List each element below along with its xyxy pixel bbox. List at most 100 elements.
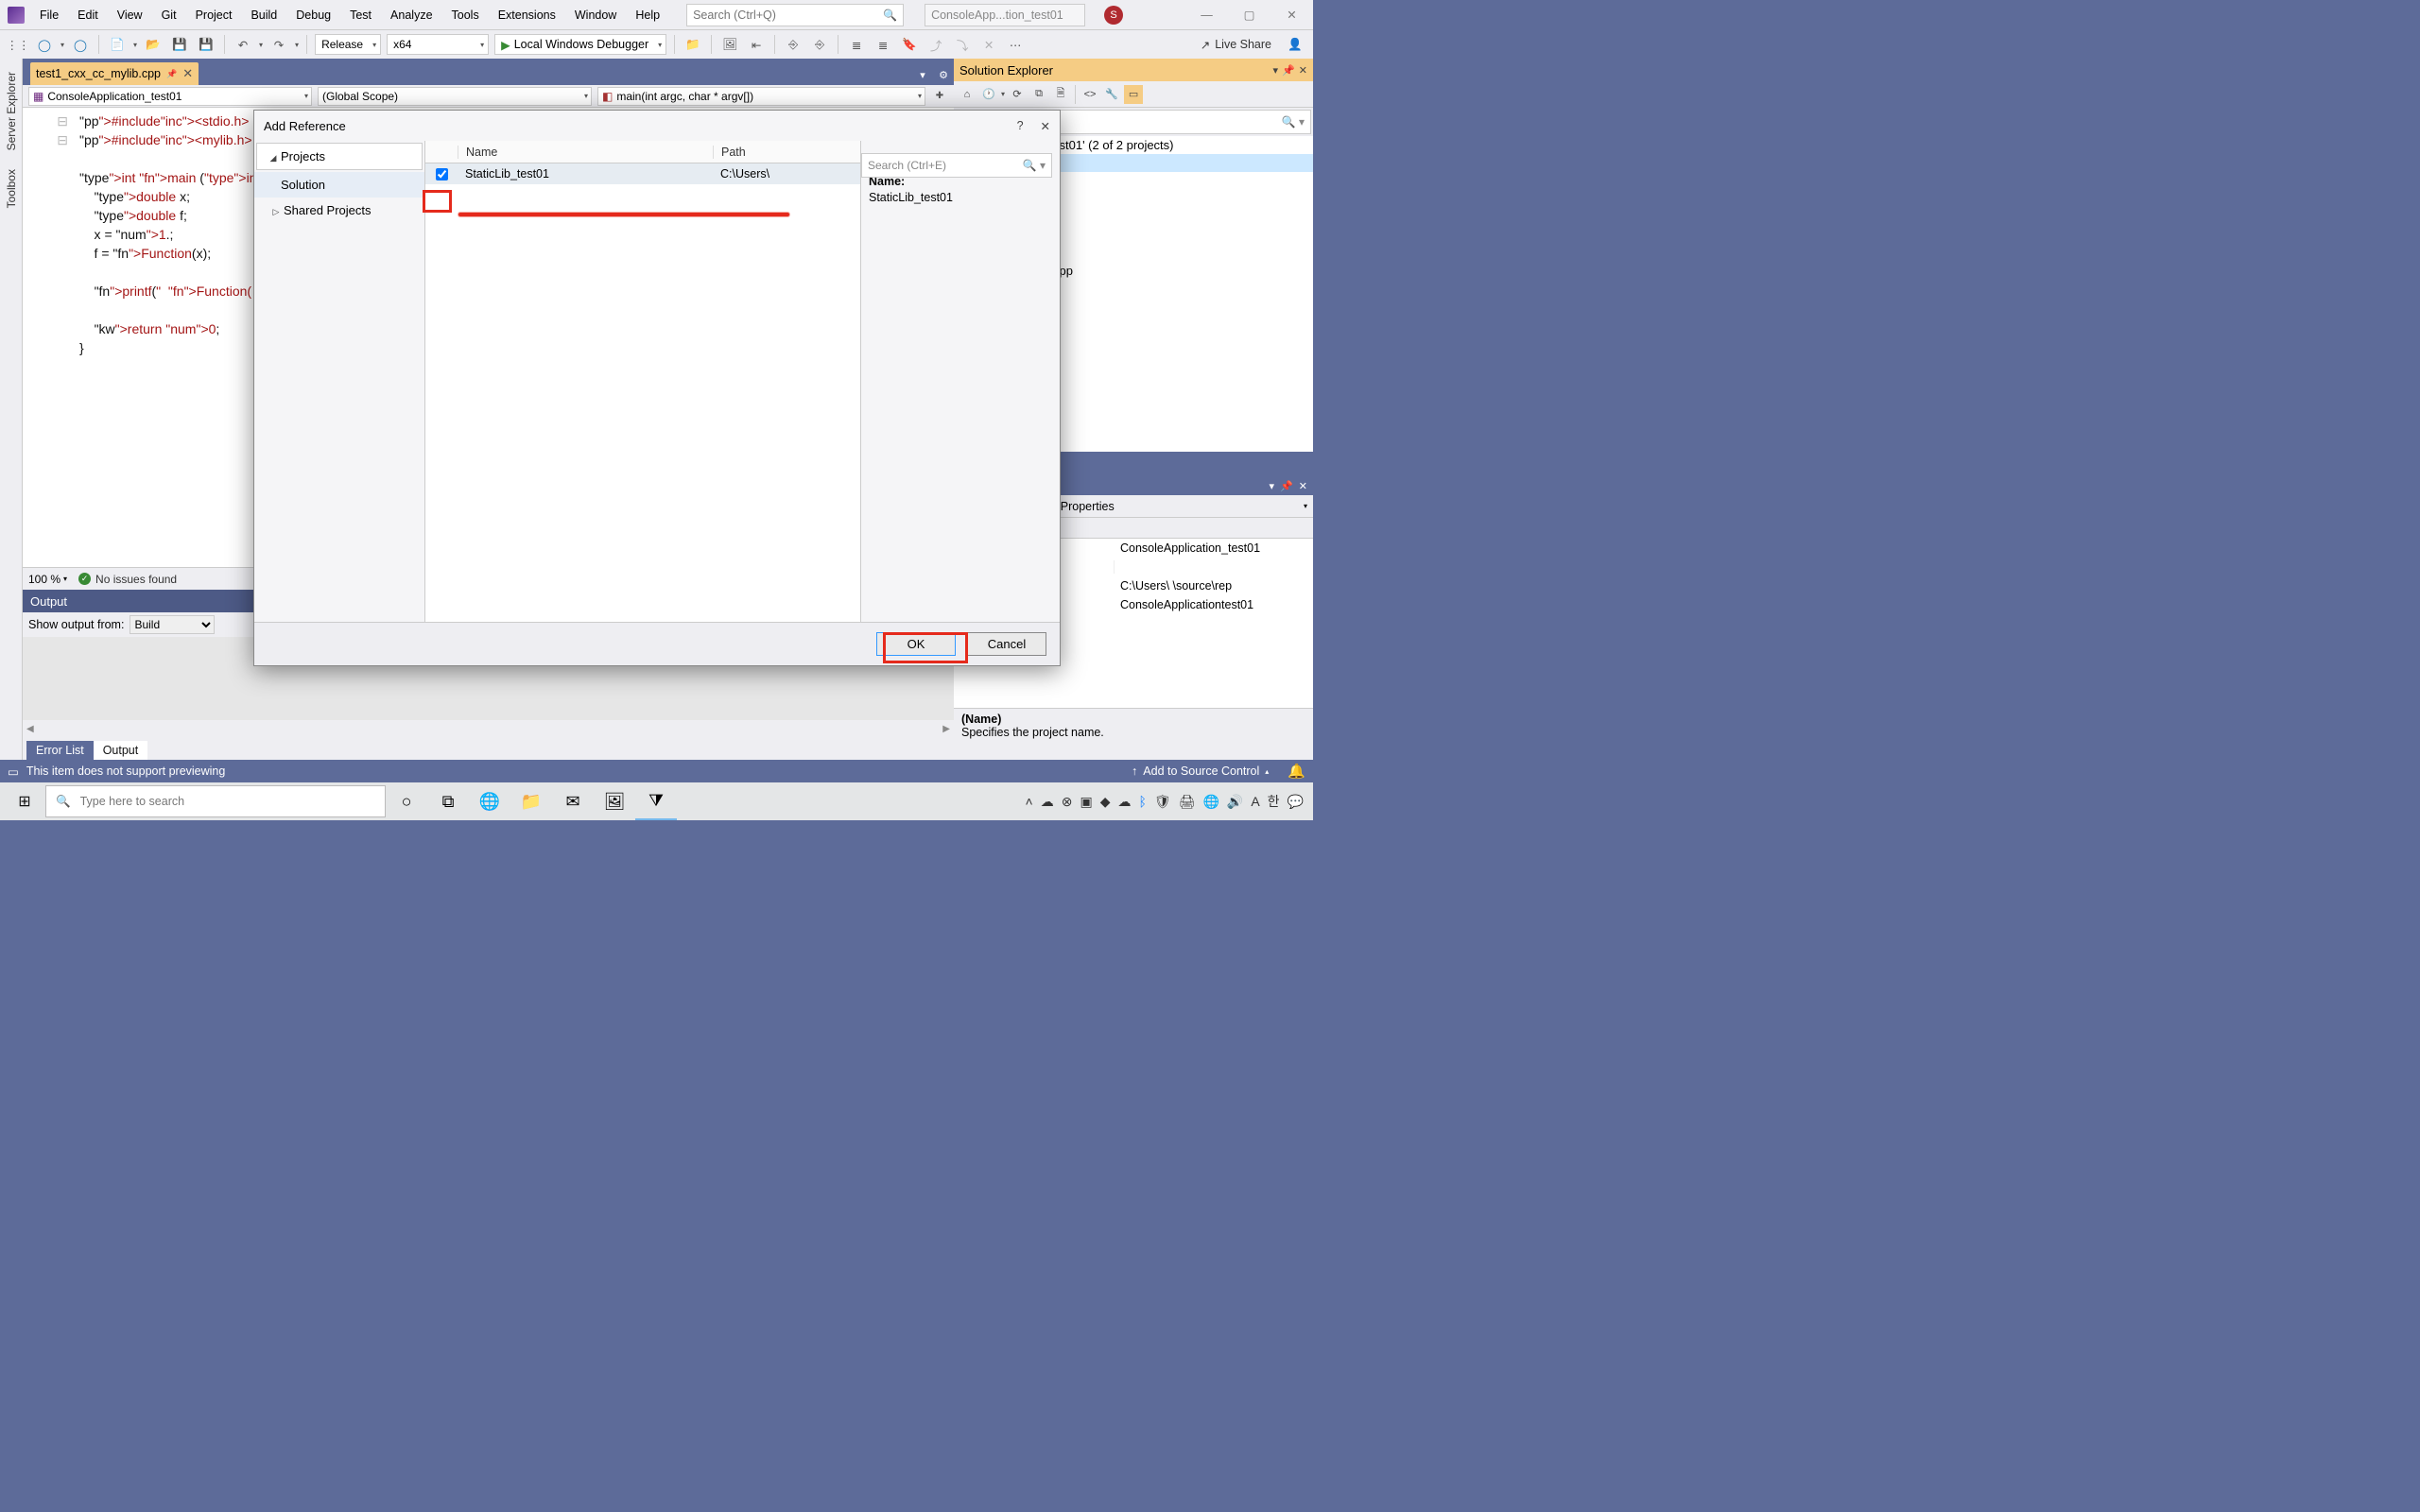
menu-git[interactable]: Git: [154, 5, 184, 26]
left-tab-server-explorer[interactable]: Server Explorer: [3, 64, 20, 158]
prop-close-icon[interactable]: ✕: [1299, 480, 1307, 492]
overflow-icon[interactable]: ⋯: [1005, 34, 1026, 55]
tray-lang-a-icon[interactable]: A: [1251, 794, 1259, 809]
stepover-icon[interactable]: ⎆: [783, 34, 804, 55]
se-collapse-icon[interactable]: ⧉: [1029, 85, 1048, 104]
doc-tab[interactable]: test1_cxx_cc_mylib.cpp 📌 ✕: [30, 62, 199, 85]
tbx2-icon[interactable]: ⤵: [952, 34, 973, 55]
save-all-button[interactable]: 💾: [196, 34, 216, 55]
tray-onedrive-icon[interactable]: ☁: [1041, 794, 1054, 810]
nav-shared[interactable]: ▷Shared Projects: [254, 198, 424, 223]
bookmark-icon[interactable]: 🔖: [899, 34, 920, 55]
menu-file[interactable]: File: [32, 5, 66, 26]
close-button[interactable]: ✕: [1270, 1, 1313, 29]
tray-gpu-icon[interactable]: ▣: [1080, 794, 1092, 810]
tray-ime-icon[interactable]: 한: [1268, 792, 1280, 811]
tbx3-icon[interactable]: ✕: [978, 34, 999, 55]
start-button[interactable]: ⊞: [4, 782, 45, 820]
menu-debug[interactable]: Debug: [288, 5, 338, 26]
minimize-button[interactable]: —: [1185, 1, 1228, 29]
account-icon[interactable]: 👤: [1285, 34, 1305, 55]
menu-tools[interactable]: Tools: [444, 5, 487, 26]
outdent-icon[interactable]: ≣: [846, 34, 867, 55]
global-search[interactable]: 🔍: [686, 4, 904, 26]
se-close-icon[interactable]: ✕: [1299, 64, 1307, 77]
edge-icon[interactable]: 🌐: [469, 782, 510, 820]
liveshare-button[interactable]: ↗ Live Share: [1201, 38, 1271, 52]
dialog-search[interactable]: Search (Ctrl+E) 🔍 ▾: [861, 153, 1052, 178]
solution-name-box[interactable]: ConsoleApp...tion_test01: [925, 4, 1085, 26]
undo-button[interactable]: ↶: [233, 34, 253, 55]
taskview-icon[interactable]: ⧉: [427, 782, 469, 820]
se-home-icon[interactable]: ⌂: [958, 85, 977, 104]
se-history-icon[interactable]: 🕐: [979, 85, 998, 104]
photos-icon[interactable]: 🖼: [594, 782, 635, 820]
zoom-dropdown[interactable]: 100 % ▾: [28, 573, 67, 586]
dialog-help-icon[interactable]: ?: [1017, 119, 1024, 133]
start-debug-button[interactable]: ▶ Local Windows Debugger: [494, 34, 666, 55]
tbx1-icon[interactable]: ⤴: [925, 34, 946, 55]
prop-pin-icon[interactable]: 📌: [1280, 480, 1293, 492]
tab-dropdown-icon[interactable]: ▾: [912, 64, 933, 85]
tray-action-icon[interactable]: 💬: [1288, 794, 1304, 810]
source-control-button[interactable]: Add to Source Control: [1143, 765, 1259, 778]
se-wrench-icon[interactable]: 🔧: [1102, 85, 1121, 104]
nav-back-button[interactable]: ◯: [34, 34, 55, 55]
hscroll-right-icon[interactable]: ▶: [942, 724, 950, 734]
split-plus-icon[interactable]: ✚: [931, 91, 948, 101]
stepin-icon[interactable]: ⎆: [809, 34, 830, 55]
tray-chevron-icon[interactable]: ˄: [1026, 794, 1033, 809]
left-tab-toolbox[interactable]: Toolbox: [3, 162, 20, 215]
scope-project[interactable]: ▦ ConsoleApplication_test01: [28, 87, 312, 106]
col-path[interactable]: Path: [713, 146, 860, 159]
taskbar-search[interactable]: 🔍 Type here to search: [45, 785, 386, 817]
tray-printer-icon[interactable]: 🖨: [1179, 794, 1196, 810]
output-source-select[interactable]: Build: [130, 615, 215, 634]
tray-cloud-icon[interactable]: ☁: [1117, 794, 1131, 810]
se-code-icon[interactable]: <>: [1080, 85, 1099, 104]
explorer-icon[interactable]: 📁: [510, 782, 552, 820]
se-sync-icon[interactable]: ⟳: [1008, 85, 1027, 104]
pin-icon[interactable]: 📌: [166, 69, 177, 79]
open-button[interactable]: 📂: [143, 34, 164, 55]
user-avatar[interactable]: S: [1104, 6, 1123, 25]
list-row[interactable]: StaticLib_test01 C:\Users\: [425, 163, 860, 184]
se-pin-icon[interactable]: 📌: [1282, 64, 1295, 77]
config-dropdown[interactable]: Release: [315, 34, 381, 55]
se-showall-icon[interactable]: 🗎: [1051, 85, 1070, 104]
menu-analyze[interactable]: Analyze: [383, 5, 440, 26]
save-button[interactable]: 💾: [169, 34, 190, 55]
tab-close-icon[interactable]: ✕: [182, 66, 193, 81]
scope-ns[interactable]: (Global Scope): [318, 87, 592, 106]
se-preview-icon[interactable]: ▭: [1124, 85, 1143, 104]
menu-test[interactable]: Test: [342, 5, 379, 26]
out-tab-error-list[interactable]: Error List: [26, 741, 94, 760]
menu-window[interactable]: Window: [567, 5, 624, 26]
out-tab-output[interactable]: Output: [94, 741, 148, 760]
dialog-close-icon[interactable]: ✕: [1041, 119, 1050, 133]
menu-project[interactable]: Project: [188, 5, 240, 26]
visualstudio-icon[interactable]: ⧩: [635, 782, 677, 820]
global-search-input[interactable]: [693, 9, 863, 22]
maximize-button[interactable]: ▢: [1228, 1, 1270, 29]
nav-solution[interactable]: Solution: [254, 172, 424, 198]
menu-extensions[interactable]: Extensions: [491, 5, 563, 26]
menu-build[interactable]: Build: [243, 5, 285, 26]
tab-gear-icon[interactable]: ⚙: [933, 64, 954, 85]
redo-button[interactable]: ↷: [268, 34, 289, 55]
toolbar-img-icon[interactable]: 🖼: [719, 34, 740, 55]
platform-dropdown[interactable]: x64: [387, 34, 489, 55]
col-name[interactable]: Name: [458, 146, 713, 159]
nav-fwd-button[interactable]: ◯: [70, 34, 91, 55]
cancel-button[interactable]: Cancel: [967, 632, 1046, 656]
hscroll-left-icon[interactable]: ◀: [26, 724, 34, 734]
tray-bluetooth-icon[interactable]: ᛒ: [1138, 794, 1146, 809]
nav-projects[interactable]: ◢Projects: [256, 143, 423, 170]
mail-icon[interactable]: ✉: [552, 782, 594, 820]
tray-network-icon[interactable]: 🌐: [1202, 794, 1219, 810]
tray-volume-icon[interactable]: 🔊: [1227, 794, 1243, 810]
scope-fn[interactable]: ◧ main(int argc, char * argv[]): [597, 87, 925, 106]
se-win-dropdown-icon[interactable]: ▾: [1273, 64, 1279, 77]
cortana-icon[interactable]: ○: [386, 782, 427, 820]
toolbar-folder-icon[interactable]: 📁: [683, 34, 703, 55]
